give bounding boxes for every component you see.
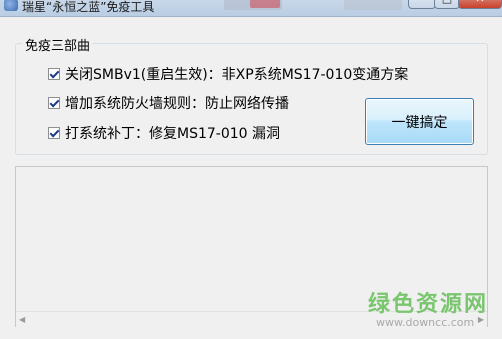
option-system-patch[interactable]: 打系统补丁：修复MS17-010 漏洞 <box>48 124 280 142</box>
option-label: 关闭SMBv1(重启生效)：非XP系统MS17-010变通方案 <box>65 67 409 83</box>
option-firewall-rule[interactable]: 增加系统防火墙规则：防止网络传播 <box>48 94 289 112</box>
site-watermark: 绿色资源网 www.downcc.com <box>368 286 498 336</box>
checkbox-checked-icon[interactable] <box>48 68 60 80</box>
one-click-fix-button[interactable]: 一键搞定 <box>365 98 474 145</box>
checkbox-checked-icon[interactable] <box>48 97 60 109</box>
background-window-blur <box>344 0 402 10</box>
option-label: 增加系统防火墙规则：防止网络传播 <box>65 96 289 112</box>
checkbox-checked-icon[interactable] <box>48 127 60 139</box>
option-label: 打系统补丁：修复MS17-010 漏洞 <box>65 126 281 142</box>
maximize-button[interactable]: □ <box>434 0 460 9</box>
group-title: 免疫三部曲 <box>22 35 94 54</box>
maximize-icon: □ <box>442 0 452 5</box>
button-label: 一键搞定 <box>391 114 448 131</box>
window-title: 瑞星“永恒之蓝”免疫工具 <box>22 0 155 14</box>
option-disable-smbv1[interactable]: 关闭SMBv1(重启生效)：非XP系统MS17-010变通方案 <box>48 65 408 83</box>
watermark-url: www.downcc.com <box>376 316 475 329</box>
watermark-text: 绿色资源网 <box>368 292 489 317</box>
minimize-button[interactable]: — <box>408 0 436 9</box>
app-window: 瑞星“永恒之蓝”免疫工具 — □ ✕ 免疫三部曲 关闭SMBv1(重启生效)：非… <box>0 0 502 339</box>
close-icon: ✕ <box>475 0 484 5</box>
close-button[interactable]: ✕ <box>458 0 502 9</box>
title-bar[interactable]: 瑞星“永恒之蓝”免疫工具 — □ ✕ <box>0 0 502 17</box>
background-window-blur <box>250 0 280 8</box>
minimize-icon: — <box>417 0 428 5</box>
app-logo-icon <box>4 0 18 11</box>
scroll-left-icon[interactable]: ◀ <box>19 315 25 324</box>
